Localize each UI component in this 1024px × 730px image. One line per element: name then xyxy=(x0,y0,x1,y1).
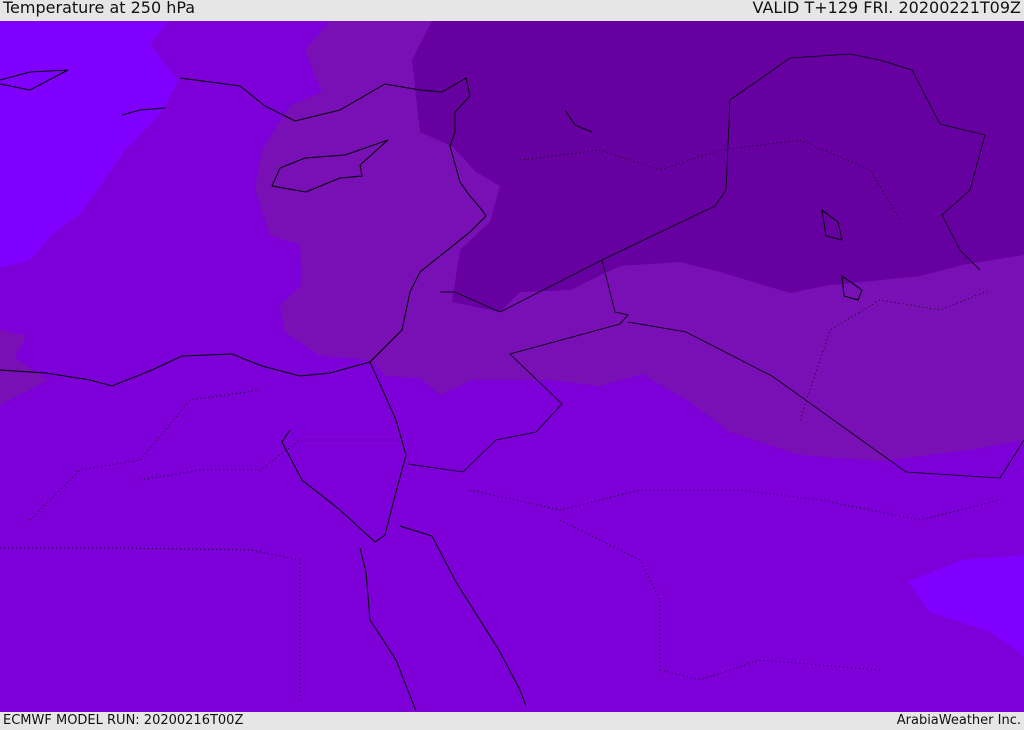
map-title: Temperature at 250 hPa xyxy=(3,0,196,17)
model-run: ECMWF MODEL RUN: 20200216T00Z xyxy=(3,713,244,728)
cold-region-northeast xyxy=(412,21,1024,312)
valid-time: VALID T+129 FRI. 20200221T09Z xyxy=(752,0,1021,17)
footer-bar: ECMWF MODEL RUN: 20200216T00Z ArabiaWeat… xyxy=(0,712,1024,729)
credit: ArabiaWeather Inc. xyxy=(896,713,1021,728)
temperature-map xyxy=(0,21,1024,712)
header-bar: Temperature at 250 hPa VALID T+129 FRI. … xyxy=(0,0,1024,21)
